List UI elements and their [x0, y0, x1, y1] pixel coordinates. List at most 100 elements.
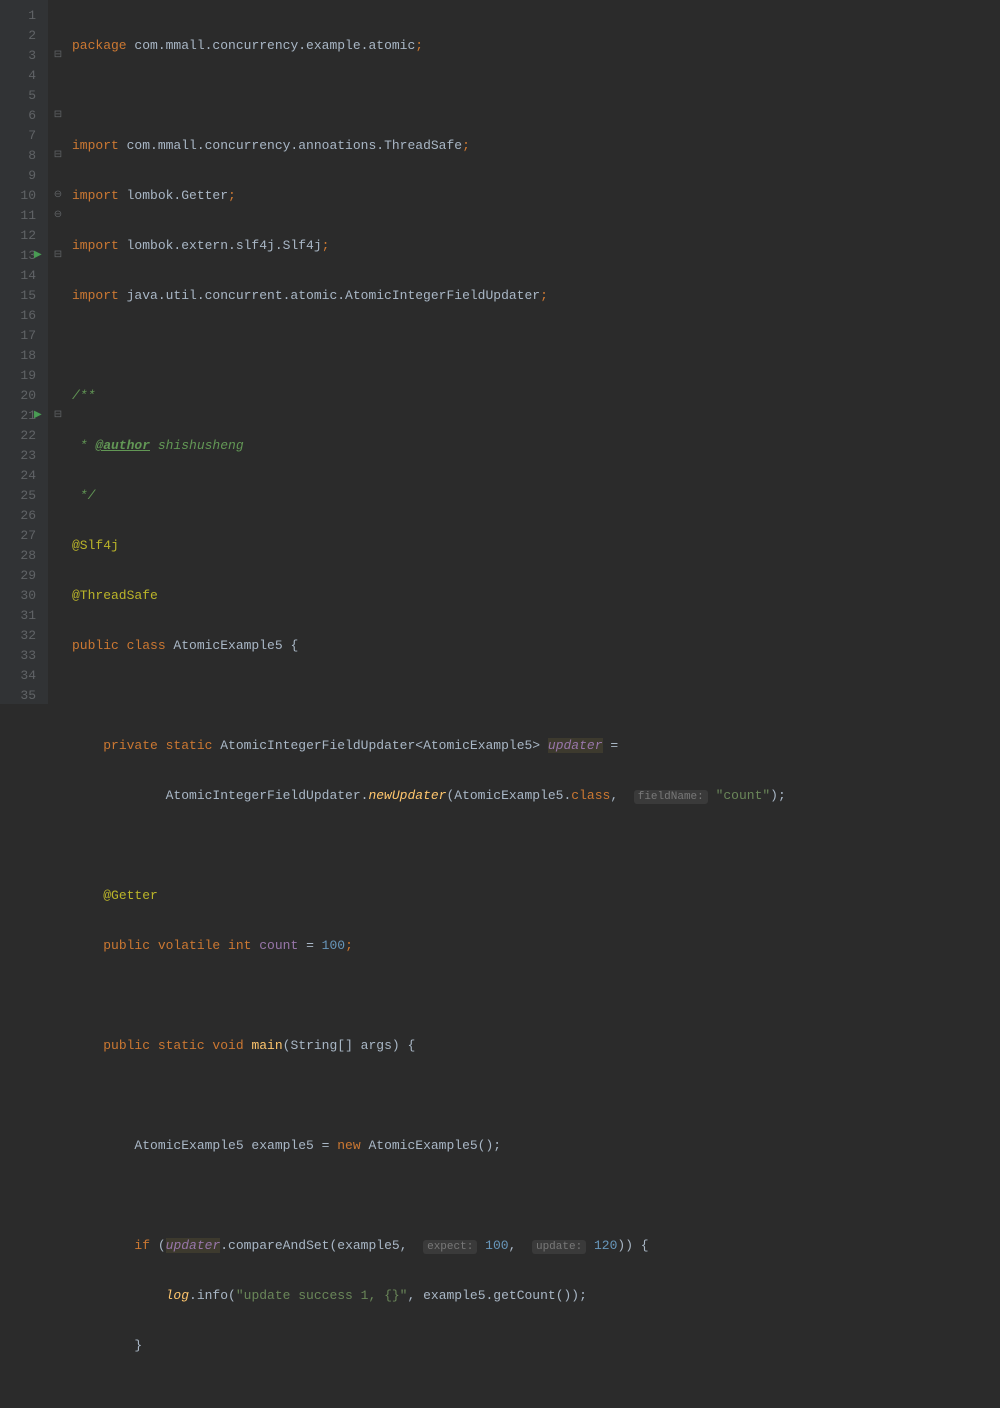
line-number: 16	[8, 306, 36, 326]
fold-marker[interactable]: ▶⊟	[48, 406, 68, 426]
fold-marker[interactable]	[48, 66, 68, 86]
fold-marker[interactable]	[48, 486, 68, 506]
line-number: 35	[8, 686, 36, 706]
code-line[interactable]	[72, 86, 1000, 106]
line-number: 31	[8, 606, 36, 626]
code-line[interactable]	[72, 686, 1000, 706]
line-number: 9	[8, 166, 36, 186]
fold-marker[interactable]: ▶⊟	[48, 246, 68, 266]
code-line[interactable]: @Getter	[72, 886, 1000, 906]
line-number: 5	[8, 86, 36, 106]
fold-marker[interactable]: ⊖	[48, 186, 68, 206]
code-line[interactable]: AtomicIntegerFieldUpdater.newUpdater(Ato…	[72, 786, 1000, 806]
code-line[interactable]: */	[72, 486, 1000, 506]
code-line[interactable]: /**	[72, 386, 1000, 406]
line-number: 28	[8, 546, 36, 566]
parameter-hint: update:	[532, 1240, 586, 1254]
fold-marker[interactable]	[48, 686, 68, 706]
code-line[interactable]: import lombok.Getter;	[72, 186, 1000, 206]
code-line[interactable]: public static void main(String[] args) {	[72, 1036, 1000, 1056]
code-line[interactable]: AtomicExample5 example5 = new AtomicExam…	[72, 1136, 1000, 1156]
line-number: 15	[8, 286, 36, 306]
fold-marker[interactable]	[48, 506, 68, 526]
line-number: 2	[8, 26, 36, 46]
fold-marker[interactable]	[48, 326, 68, 346]
code-editor[interactable]: 1234567891011121314151617181920212223242…	[0, 0, 1000, 704]
line-number: 33	[8, 646, 36, 666]
code-line[interactable]: log.info("update success 1, {}", example…	[72, 1286, 1000, 1306]
fold-marker[interactable]	[48, 586, 68, 606]
fold-marker[interactable]	[48, 226, 68, 246]
line-number: 29	[8, 566, 36, 586]
fold-marker[interactable]: ⊟	[48, 146, 68, 166]
code-line[interactable]: private static AtomicIntegerFieldUpdater…	[72, 736, 1000, 756]
fold-marker[interactable]	[48, 266, 68, 286]
fold-marker[interactable]: ⊖	[48, 206, 68, 226]
run-gutter-icon[interactable]: ▶	[34, 246, 42, 266]
fold-marker[interactable]	[48, 606, 68, 626]
code-line[interactable]: * @author shishusheng	[72, 436, 1000, 456]
line-number: 23	[8, 446, 36, 466]
fold-marker[interactable]	[48, 6, 68, 26]
line-number: 18	[8, 346, 36, 366]
line-number: 6	[8, 106, 36, 126]
fold-marker[interactable]	[48, 86, 68, 106]
fold-marker[interactable]	[48, 666, 68, 686]
line-number: 21	[8, 406, 36, 426]
fold-marker[interactable]	[48, 626, 68, 646]
fold-marker[interactable]	[48, 446, 68, 466]
line-number: 30	[8, 586, 36, 606]
fold-marker[interactable]	[48, 526, 68, 546]
line-number: 20	[8, 386, 36, 406]
fold-marker[interactable]: ⊟	[48, 46, 68, 66]
line-number: 8	[8, 146, 36, 166]
code-line[interactable]: @ThreadSafe	[72, 586, 1000, 606]
fold-marker[interactable]	[48, 166, 68, 186]
fold-marker[interactable]	[48, 546, 68, 566]
code-line[interactable]: import com.mmall.concurrency.annoations.…	[72, 136, 1000, 156]
line-number: 32	[8, 626, 36, 646]
fold-marker[interactable]	[48, 286, 68, 306]
code-line[interactable]: if (updater.compareAndSet(example5, expe…	[72, 1236, 1000, 1256]
code-line[interactable]	[72, 1386, 1000, 1406]
fold-marker[interactable]	[48, 466, 68, 486]
code-line[interactable]	[72, 1186, 1000, 1206]
line-number: 25	[8, 486, 36, 506]
fold-marker[interactable]	[48, 566, 68, 586]
fold-marker[interactable]: ⊟	[48, 106, 68, 126]
line-number: 26	[8, 506, 36, 526]
code-line[interactable]	[72, 836, 1000, 856]
code-line[interactable]: package com.mmall.concurrency.example.at…	[72, 36, 1000, 56]
parameter-hint: expect:	[423, 1240, 477, 1254]
code-line[interactable]	[72, 1086, 1000, 1106]
line-number: 24	[8, 466, 36, 486]
code-area[interactable]: package com.mmall.concurrency.example.at…	[68, 0, 1000, 704]
fold-marker[interactable]	[48, 306, 68, 326]
fold-marker[interactable]	[48, 26, 68, 46]
fold-marker[interactable]	[48, 426, 68, 446]
code-line[interactable]: public volatile int count = 100;	[72, 936, 1000, 956]
code-line[interactable]: }	[72, 1336, 1000, 1356]
fold-marker[interactable]	[48, 346, 68, 366]
line-number: 10	[8, 186, 36, 206]
code-line[interactable]	[72, 336, 1000, 356]
fold-marker[interactable]	[48, 366, 68, 386]
line-number: 14	[8, 266, 36, 286]
code-line[interactable]: import java.util.concurrent.atomic.Atomi…	[72, 286, 1000, 306]
run-gutter-icon[interactable]: ▶	[34, 406, 42, 426]
fold-marker[interactable]	[48, 646, 68, 666]
line-number: 1	[8, 6, 36, 26]
line-number: 13	[8, 246, 36, 266]
line-number: 12	[8, 226, 36, 246]
code-line[interactable]: import lombok.extern.slf4j.Slf4j;	[72, 236, 1000, 256]
code-line[interactable]: @Slf4j	[72, 536, 1000, 556]
code-line[interactable]	[72, 986, 1000, 1006]
code-line[interactable]: public class AtomicExample5 {	[72, 636, 1000, 656]
line-number: 11	[8, 206, 36, 226]
line-number: 34	[8, 666, 36, 686]
line-number: 17	[8, 326, 36, 346]
fold-marker[interactable]	[48, 126, 68, 146]
line-number: 4	[8, 66, 36, 86]
parameter-hint: fieldName:	[634, 790, 708, 804]
fold-marker[interactable]	[48, 386, 68, 406]
